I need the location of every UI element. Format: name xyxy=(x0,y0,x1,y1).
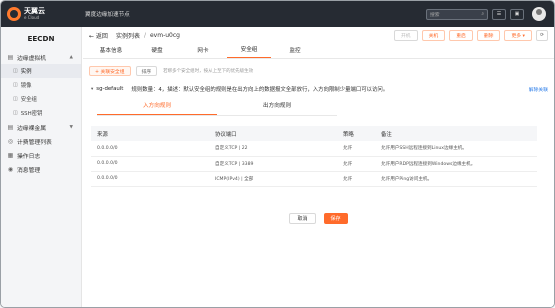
app-window: 天翼云 e Cloud 翼度边缘加速节点 搜索 ⌕ ☰ ▣ EECDN ▤ 边缘… xyxy=(0,0,555,308)
search-input[interactable]: 搜索 ⌕ xyxy=(426,8,488,20)
console-icon-button[interactable]: ▣ xyxy=(510,8,524,20)
avatar[interactable] xyxy=(532,7,546,21)
form-actions: 取消 保存 xyxy=(83,212,554,224)
chevron-up-icon: ▲ xyxy=(69,54,73,60)
logo-icon xyxy=(7,7,21,21)
tab-disk[interactable]: 硬盘 xyxy=(135,46,179,58)
refresh-icon[interactable]: ⟳ xyxy=(535,30,548,41)
cell-protocol-port: ICMP(IPv4) | 全部 xyxy=(209,171,337,187)
page-header: ← 返回 实例列表 / evm-u0cg 开机 关机 重启 删除 更多 ▾ ⟳ xyxy=(83,27,554,44)
key-icon: ◫ xyxy=(13,110,18,116)
product-name: 翼度边缘加速节点 xyxy=(85,12,130,18)
breadcrumb-separator: / xyxy=(143,32,146,39)
table-row: 0.0.0.0/0 自定义TCP | 3389 允许 允许用户RDP远程连接到W… xyxy=(91,156,537,172)
sidebar-group-billing[interactable]: ◎ 计费管理列表 xyxy=(1,134,81,148)
sidebar-group-log[interactable]: ▦ 操作日志 xyxy=(1,148,81,162)
back-button[interactable]: ← 返回 xyxy=(89,31,108,40)
search-icon: ⌕ xyxy=(481,12,484,17)
billing-icon: ◎ xyxy=(7,137,14,145)
shield-icon: ◫ xyxy=(13,96,18,102)
logo-subtext: e Cloud xyxy=(24,15,40,20)
table-row: 0.0.0.0/0 ICMP(IPv4) | 全部 允许 允许用户Ping访问主… xyxy=(91,171,537,187)
tab-inbound-rules[interactable]: 入方向规则 xyxy=(97,101,217,115)
instance-icon: ◫ xyxy=(13,68,18,74)
cell-remark: 允许用户RDP远程连接到Windows边缘主机。 xyxy=(375,156,537,172)
rules-table: 来源 协议端口 策略 备注 0.0.0.0/0 自定义TCP | 22 允许 允… xyxy=(91,126,537,187)
logo-text: 天翼云 xyxy=(24,7,45,15)
sidebar-title: EECDN xyxy=(27,34,55,43)
logo[interactable]: 天翼云 e Cloud xyxy=(7,7,79,21)
column-remark: 备注 xyxy=(375,126,537,141)
tab-security-group[interactable]: 安全组 xyxy=(227,45,271,58)
stop-button[interactable]: 关机 xyxy=(421,30,446,41)
sidebar: EECDN ▤ 边缘虚拟机 ▲ ◫ 实例 ◫ 镜像 ◫ 安全组 ◫ SSH密钥 … xyxy=(1,27,82,307)
column-source: 来源 xyxy=(91,126,209,141)
security-group-name: sg-default xyxy=(96,86,124,92)
column-protocol-port: 协议端口 xyxy=(209,126,337,141)
top-bar: 天翼云 e Cloud 翼度边缘加速节点 搜索 ⌕ ☰ ▣ xyxy=(1,1,554,27)
sidebar-item-security-group[interactable]: ◫ 安全组 xyxy=(1,92,81,106)
cell-source: 0.0.0.0/0 xyxy=(91,156,209,172)
bind-security-group-button[interactable]: + 关联安全组 xyxy=(89,66,131,76)
cell-remark: 允许用户Ping访问主机。 xyxy=(375,171,537,187)
cell-protocol-port: 自定义TCP | 3389 xyxy=(209,156,337,172)
image-icon: ◫ xyxy=(13,82,18,88)
column-policy: 策略 xyxy=(337,126,375,141)
sidebar-group-message[interactable]: ◉ 消息管理 xyxy=(1,162,81,176)
server-icon: ▤ xyxy=(7,123,14,131)
cell-policy: 允许 xyxy=(337,141,375,157)
cell-policy: 允许 xyxy=(337,156,375,172)
breadcrumb-instances[interactable]: 实例列表 xyxy=(116,31,140,40)
sidebar-group-bare-metal[interactable]: ▤ 边缘裸金属 ▼ xyxy=(1,120,81,134)
tab-nic[interactable]: 网卡 xyxy=(181,46,225,58)
rule-direction-tabs: 入方向规则 出方向规则 xyxy=(97,101,337,116)
collapse-arrow-icon[interactable]: ▾ xyxy=(91,87,93,92)
cell-source: 0.0.0.0/0 xyxy=(91,141,209,157)
security-group-header: ▾ sg-default 规则数量：4，描述：默认安全组的规则是在出方向上的数据… xyxy=(83,83,554,95)
delete-button[interactable]: 删除 xyxy=(476,30,501,41)
start-button[interactable]: 开机 xyxy=(394,30,418,41)
more-dropdown[interactable]: 更多 ▾ xyxy=(504,30,532,41)
cell-source: 0.0.0.0/0 xyxy=(91,171,209,187)
priority-hint: 若绑多个安全组时，按从上至下的优先级生效 xyxy=(163,69,254,74)
unbind-link[interactable]: 解除关联 xyxy=(529,86,548,93)
tab-basic-info[interactable]: 基本信息 xyxy=(89,46,133,58)
main-content: ← 返回 实例列表 / evm-u0cg 开机 关机 重启 删除 更多 ▾ ⟳ … xyxy=(83,27,554,307)
security-group-description: 规则数量：4，描述：默认安全组的规则是在出方向上的数据报文全部放行，入方向限制少… xyxy=(131,87,389,93)
table-row: 0.0.0.0/0 自定义TCP | 22 允许 允许用户SSH远程连接到Lin… xyxy=(91,141,537,157)
breadcrumb-current: evm-u0cg xyxy=(149,32,180,39)
cell-protocol-port: 自定义TCP | 22 xyxy=(209,141,337,157)
sidebar-item-instance[interactable]: ◫ 实例 xyxy=(1,64,81,78)
save-button[interactable]: 保存 xyxy=(323,212,348,224)
message-icon: ◉ xyxy=(7,165,14,173)
console-icon: ▣ xyxy=(514,11,520,17)
cancel-button[interactable]: 取消 xyxy=(289,212,316,224)
sidebar-item-image[interactable]: ◫ 镜像 xyxy=(1,78,81,92)
menu-icon-button[interactable]: ☰ xyxy=(492,8,506,20)
chevron-down-icon: ▼ xyxy=(69,124,73,130)
sg-toolbar: + 关联安全组 排序 若绑多个安全组时，按从上至下的优先级生效 xyxy=(83,63,554,79)
log-icon: ▦ xyxy=(7,151,14,159)
tab-outbound-rules[interactable]: 出方向规则 xyxy=(217,101,337,115)
cell-policy: 允许 xyxy=(337,171,375,187)
sidebar-item-ssh-key[interactable]: ◫ SSH密钥 xyxy=(1,106,81,120)
sidebar-group-vm[interactable]: ▤ 边缘虚拟机 ▲ xyxy=(1,50,81,64)
sort-button[interactable]: 排序 xyxy=(135,66,158,76)
menu-icon: ☰ xyxy=(496,11,502,17)
tab-monitor[interactable]: 监控 xyxy=(273,46,317,58)
cell-remark: 允许用户SSH远程连接到Linux边缘主机。 xyxy=(375,141,537,157)
table-header-row: 来源 协议端口 策略 备注 xyxy=(91,126,537,141)
detail-tabs: 基本信息 硬盘 网卡 安全组 监控 xyxy=(83,44,554,59)
restart-button[interactable]: 重启 xyxy=(449,30,473,41)
header-actions: 开机 关机 重启 删除 更多 ▾ ⟳ xyxy=(390,30,548,41)
server-icon: ▤ xyxy=(7,53,14,61)
search-placeholder: 搜索 xyxy=(430,12,440,18)
